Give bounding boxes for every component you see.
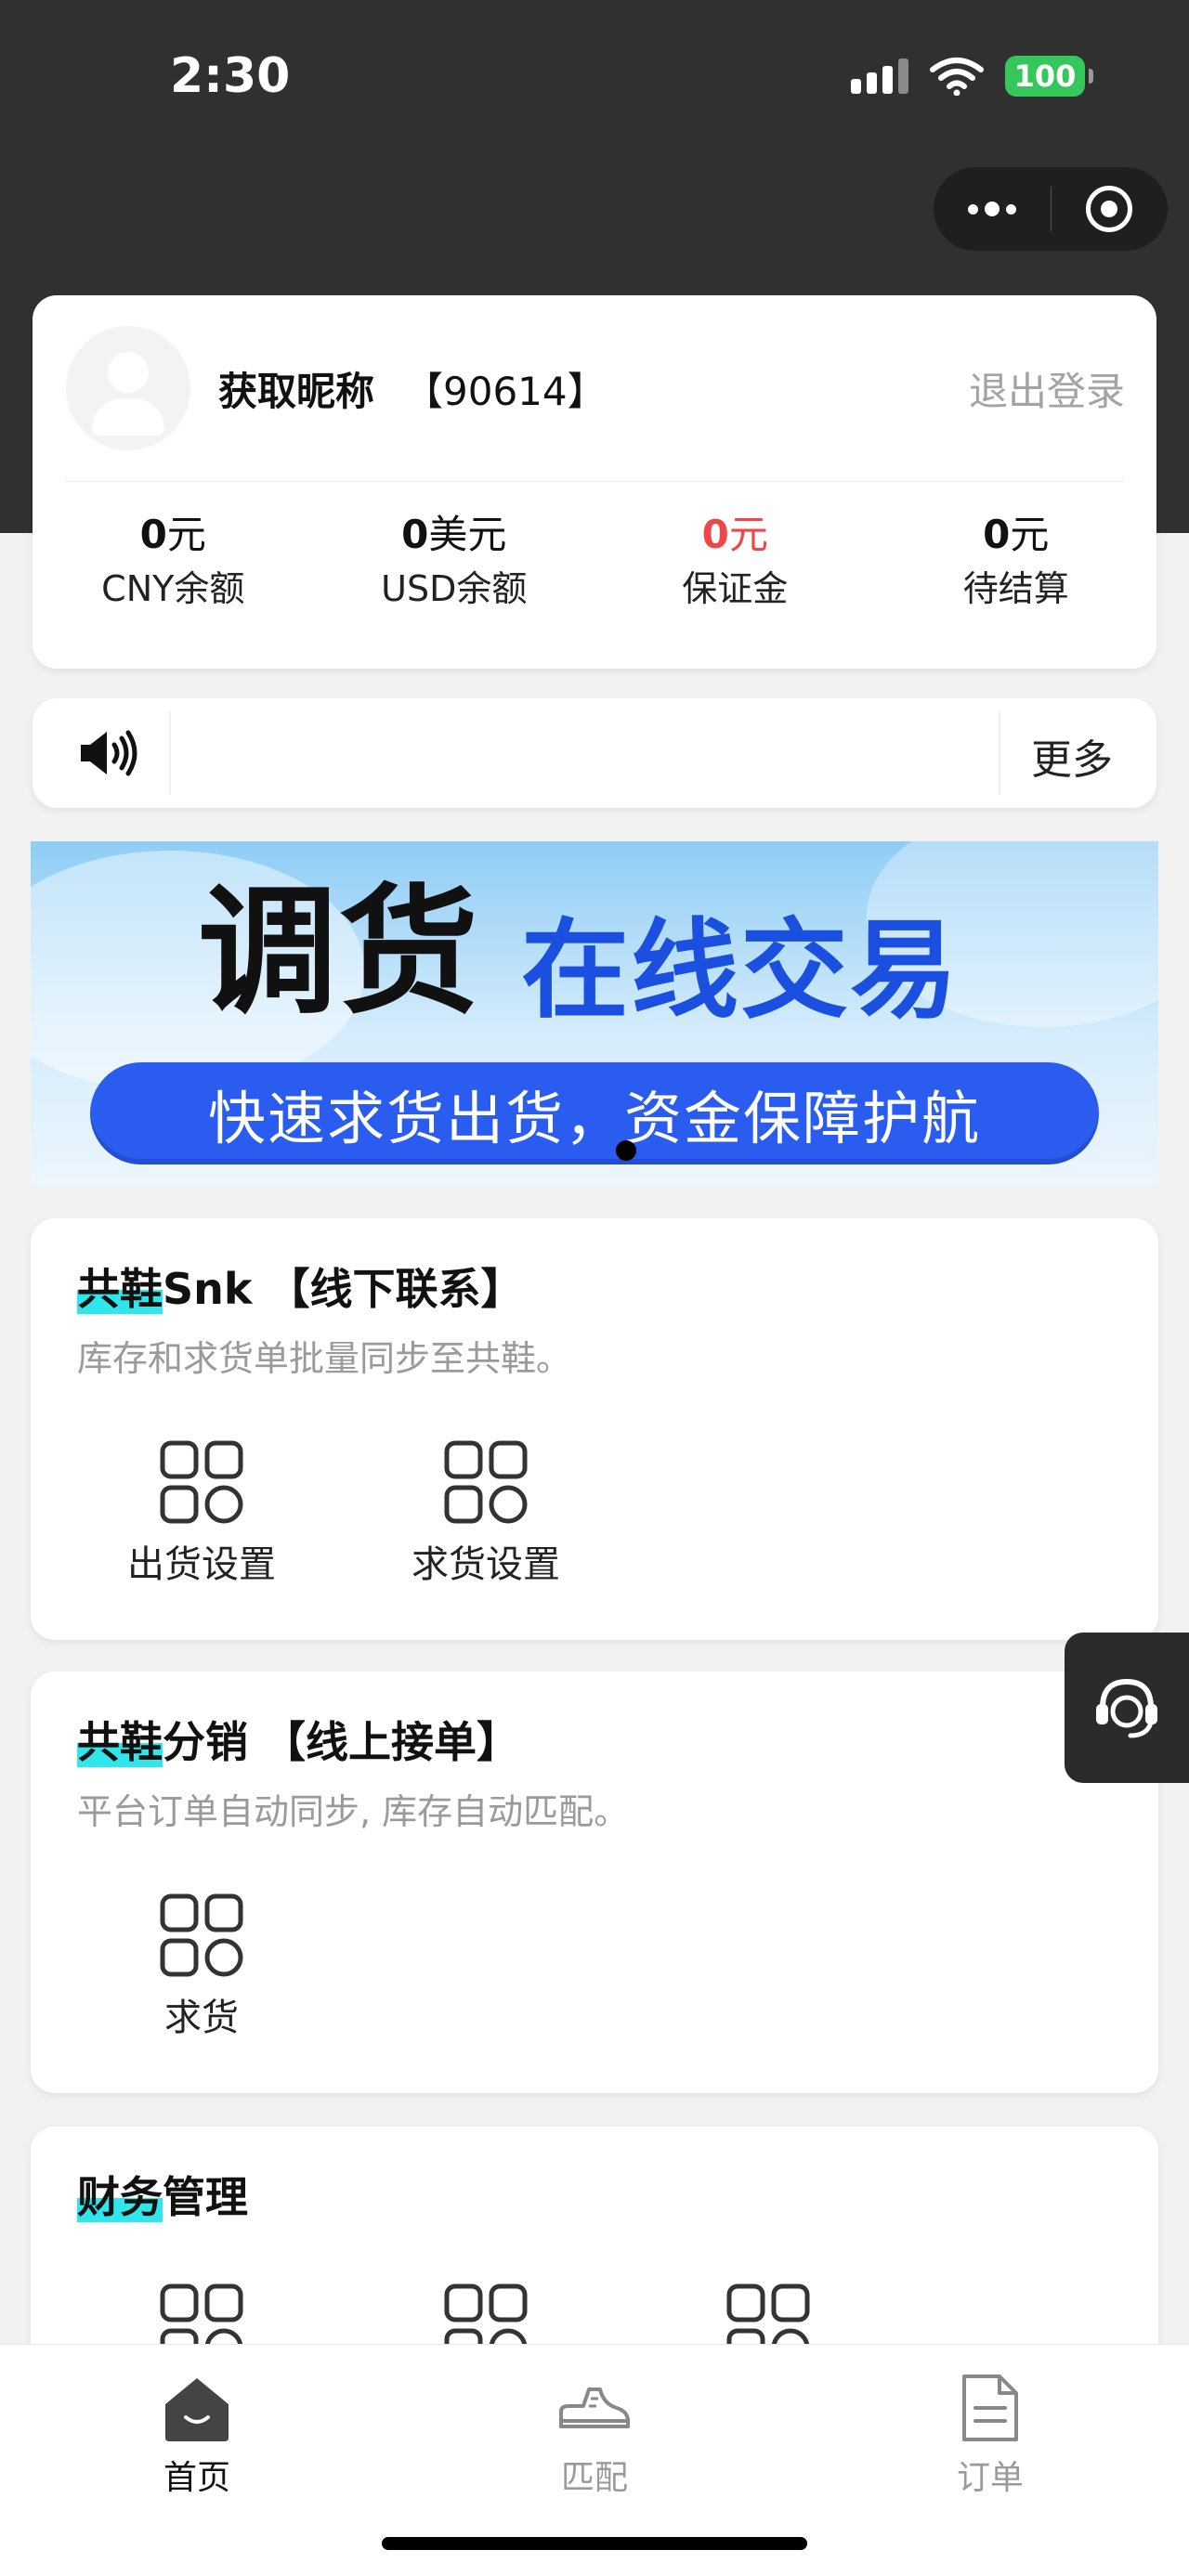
section-description: 库存和求货单批量同步至共鞋。 [77,1338,572,1379]
wifi-icon [930,58,984,96]
sneaker-icon [559,2387,630,2428]
battery-icon: 100 [1005,56,1093,97]
ship-settings-button[interactable]: 出货设置 [90,1439,313,1588]
section-title: 共鞋分销 【线上接单】 [77,1717,520,1767]
notice-bar: 更多 [33,698,1156,808]
capsule-menu [934,167,1168,251]
request-goods-button[interactable]: 求货 [90,1893,313,2041]
close-miniprogram-button[interactable] [1052,167,1169,251]
profile-card: 获取昵称 【90614】 退出登录 0元 CNY余额 0美元 USD余额 0元 … [33,295,1156,669]
signal-icon [851,59,908,94]
speaker-icon [81,730,137,776]
balance-pending[interactable]: 0元 待结算 [876,507,1157,615]
banner-subtitle-pill: 快速求货出货，资金保障护航 [90,1062,1099,1164]
battery-level: 100 [1013,59,1077,94]
section-snk: 共鞋Snk 【线下联系】 库存和求货单批量同步至共鞋。 出货设置 求货设置 [31,1218,1158,1640]
document-icon [962,2374,1018,2441]
balance-deposit[interactable]: 0元 保证金 [594,507,876,615]
tab-home[interactable]: 首页 [58,2345,336,2499]
grid-item-label: 求货设置 [412,1543,560,1586]
apps-grid-icon [160,1893,243,1977]
status-time: 2:30 [170,48,291,104]
more-menu-button[interactable] [934,167,1051,251]
section-title: 共鞋Snk 【线下联系】 [77,1264,524,1314]
notice-more-button[interactable]: 更多 [1031,726,1113,786]
section-title: 财务管理 [77,2172,248,2222]
banner-subtitle: 快速求货出货，资金保障护航 [207,1085,981,1152]
logout-button[interactable]: 退出登录 [969,360,1125,417]
balance-usd[interactable]: 0美元 USD余额 [314,507,595,615]
banner-indicator-dot[interactable] [616,1140,636,1161]
apps-grid-icon [160,1440,243,1524]
grid-item-label: 出货设置 [127,1543,276,1586]
screen: 2:30 100 获取昵称 【90614】 退出登录 0元 CNY余额 0美元 … [0,0,1189,2576]
request-settings-button[interactable]: 求货设置 [374,1439,597,1588]
section-description: 平台订单自动同步, 库存自动匹配。 [77,1791,630,1832]
home-indicator [382,2537,807,2550]
avatar[interactable] [66,326,190,450]
home-icon [165,2378,229,2441]
headset-icon [1096,1678,1157,1738]
promo-banner[interactable]: 调货 在线交易 快速求货出货，资金保障护航 [31,841,1158,1187]
banner-title-accent: 在线交易 [521,908,960,1034]
banner-title: 调货 [198,872,481,1034]
user-id: 【90614】 [404,369,607,414]
apps-grid-icon [444,1440,528,1524]
target-icon [1086,186,1133,232]
nickname[interactable]: 获取昵称 [218,360,374,417]
customer-service-button[interactable] [1065,1633,1189,1783]
balance-cny[interactable]: 0元 CNY余额 [33,507,314,615]
tab-orders[interactable]: 订单 [851,2345,1130,2499]
tab-match[interactable]: 匹配 [455,2345,734,2499]
grid-item-label: 求货 [164,1997,239,2039]
balance-row: 0元 CNY余额 0美元 USD余额 0元 保证金 0元 待结算 [33,507,1156,615]
section-distribution: 共鞋分销 【线上接单】 平台订单自动同步, 库存自动匹配。 求货 [31,1672,1158,2093]
more-dots-icon [967,202,1016,216]
status-icons: 100 [851,56,1093,97]
